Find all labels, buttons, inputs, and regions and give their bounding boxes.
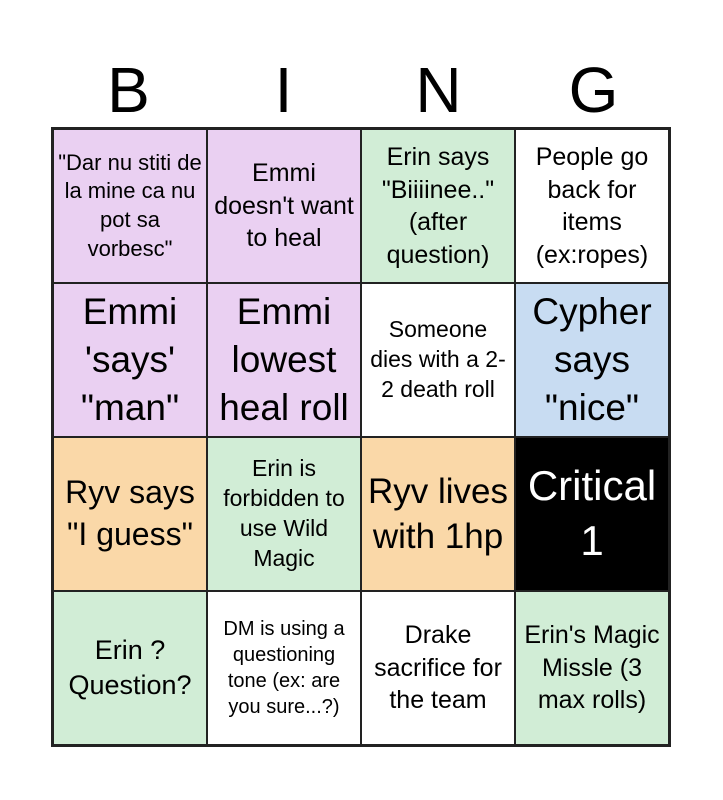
bingo-cell[interactable]: Ryv says "I guess" bbox=[53, 437, 207, 591]
bingo-cell[interactable]: Erin is forbidden to use Wild Magic bbox=[207, 437, 361, 591]
bingo-cell-text: Ryv says "I guess" bbox=[65, 474, 195, 552]
bingo-cell-text: Erin is forbidden to use Wild Magic bbox=[223, 455, 345, 571]
bingo-cell[interactable]: Cypher says "nice" bbox=[515, 283, 669, 437]
bingo-cell[interactable]: Drake sacrifice for the team bbox=[361, 591, 515, 745]
bingo-cell-text: Emmi lowest heal roll bbox=[219, 290, 349, 429]
bingo-cell-text: Emmi 'says' "man" bbox=[80, 290, 180, 429]
header-letter-b: B bbox=[107, 54, 150, 126]
bingo-cell[interactable]: Erin says "Biiiinee.." (after question) bbox=[361, 129, 515, 283]
bingo-cell[interactable]: Ryv lives with 1hp bbox=[361, 437, 515, 591]
bingo-header: B I N G bbox=[51, 52, 671, 126]
bingo-cell[interactable]: Emmi lowest heal roll bbox=[207, 283, 361, 437]
bingo-cell-text: Ryv lives with 1hp bbox=[367, 471, 509, 557]
header-letter-g: G bbox=[568, 54, 619, 126]
bingo-card: "Dar nu stiti de la mine ca nu pot sa vo… bbox=[51, 127, 671, 747]
bingo-cell-text: Critical 1 bbox=[527, 462, 657, 564]
header-letter-n: N bbox=[415, 54, 462, 126]
bingo-cell-text: Cypher says "nice" bbox=[532, 290, 652, 429]
bingo-cell-text: People go back for items (ex:ropes) bbox=[535, 143, 649, 269]
bingo-cell-text: Someone dies with a 2-2 death roll bbox=[370, 316, 506, 402]
bingo-cell[interactable]: Erin's Magic Missle (3 max rolls) bbox=[515, 591, 669, 745]
bingo-cell[interactable]: People go back for items (ex:ropes) bbox=[515, 129, 669, 283]
bingo-cell[interactable]: Emmi 'says' "man" bbox=[53, 283, 207, 437]
bingo-cell-text: DM is using a questioning tone (ex: are … bbox=[223, 618, 345, 718]
bingo-cell[interactable]: DM is using a questioning tone (ex: are … bbox=[207, 591, 361, 745]
bingo-cell-text: Emmi doesn't want to heal bbox=[214, 159, 354, 253]
header-letter-i: I bbox=[274, 54, 293, 126]
bingo-cell-text: Erin ? Question? bbox=[68, 634, 192, 700]
bingo-cell[interactable]: Critical 1 bbox=[515, 437, 669, 591]
bingo-cell-text: Drake sacrifice for the team bbox=[374, 621, 502, 715]
bingo-cell-text: "Dar nu stiti de la mine ca nu pot sa vo… bbox=[58, 149, 202, 261]
bingo-cell[interactable]: Someone dies with a 2-2 death roll bbox=[361, 283, 515, 437]
bingo-cell[interactable]: Emmi doesn't want to heal bbox=[207, 129, 361, 283]
bingo-cell[interactable]: "Dar nu stiti de la mine ca nu pot sa vo… bbox=[53, 129, 207, 283]
bingo-cell[interactable]: Erin ? Question? bbox=[53, 591, 207, 745]
bingo-cell-text: Erin says "Biiiinee.." (after question) bbox=[381, 143, 495, 269]
bingo-cell-text: Erin's Magic Missle (3 max rolls) bbox=[524, 621, 660, 715]
